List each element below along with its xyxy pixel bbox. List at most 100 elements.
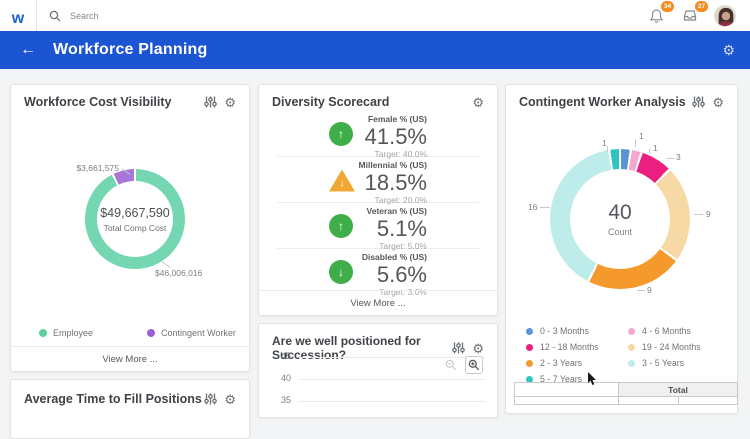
avatar-photo [715,5,735,26]
workday-logo[interactable]: w [0,0,37,31]
status-down-icon: ↓ [329,260,353,284]
page-header: ← Workforce Planning ⚙ [0,31,750,69]
metric-value: 18.5% [364,170,427,195]
callout-3-5-years: 16 [528,202,538,212]
y-axis-tick: 40 [280,373,291,383]
table-blank-header-cell [515,383,619,396]
view-more-link[interactable]: View More ... [11,346,249,371]
diversity-metric-list: ↑ Female % (US) 41.5% Target: 40.0% ↓ Mi… [259,111,497,297]
page-title: Workforce Planning [53,41,208,58]
callout-12-18-months: 3 [676,152,681,162]
employee-cost-callout: $46,006,016 [155,268,203,278]
legend-item[interactable]: 3 - 5 Years [628,355,730,371]
topbar-actions: 34 27 [646,0,750,27]
callout-2-3-years: 9 [647,285,652,295]
metric-row-veteran[interactable]: ↑ Veteran % (US) 5.1% Target: 5.0% [277,203,479,251]
workforce-cost-visibility-card: Workforce Cost Visibility ⚙ $49,667,590 … [10,84,250,372]
y-axis-tick: 35 [280,395,291,405]
zoom-in-icon[interactable] [465,356,483,374]
metric-label: Female % (US) [367,114,427,124]
inbox-button[interactable]: 27 [680,0,708,26]
diversity-scorecard-card: Diversity Scorecard ⚙ ↑ Female % (US) 41… [258,84,498,316]
legend-item[interactable]: 2 - 3 Years [526,355,628,371]
callout-leader-line [161,261,171,268]
card-settings-gear-icon[interactable]: ⚙ [224,96,236,109]
contingent-legend-dot-icon [147,329,156,337]
card-settings-gear-icon[interactable]: ⚙ [472,96,484,109]
metric-label: Millennial % (US) [358,160,427,170]
total-comp-cost-value: $49,667,590 [100,205,170,220]
chart-zoom-tools [442,356,483,374]
zoom-out-icon[interactable] [442,356,460,374]
workday-logo-arc-icon [11,4,25,11]
metric-value: 41.5% [364,124,427,149]
callout-0-3-months: 1 [639,131,644,141]
metric-row-disabled[interactable]: ↓ Disabled % (US) 5.6% Target: 3.0% [277,249,479,297]
comp-cost-donut-chart[interactable]: $49,667,590 Total Comp Cost [85,169,185,269]
legend-item[interactable]: 0 - 3 Months [526,323,628,339]
donut-center: $49,667,590 Total Comp Cost [97,181,173,257]
legend-dot-icon [526,343,533,351]
metric-row-female[interactable]: ↑ Female % (US) 41.5% Target: 40.0% [277,111,479,159]
filter-sliders-icon[interactable] [452,342,466,354]
card-title: Contingent Worker Analysis [519,95,686,109]
table-total-header-cell: Total [619,383,737,396]
status-up-icon: ↑ [329,214,353,238]
back-button[interactable]: ← [20,42,36,58]
card-title: Average Time to Fill Positions [24,392,202,406]
search-icon [49,10,61,21]
notifications-badge: 34 [661,0,674,12]
worker-total-table[interactable]: Total [514,382,738,405]
profile-avatar[interactable] [714,4,736,27]
succession-card: Are we well positioned for Succession? ⚙… [258,323,498,418]
status-warning-icon: ↓ [329,169,355,192]
employee-legend-dot-icon [39,329,47,337]
y-axis-tick: 45 [280,351,291,361]
table-partial-row [515,396,737,404]
callout-19-24-months: 9 [706,209,711,219]
legend-dot-icon [628,327,635,335]
view-more-link[interactable]: View More ... [259,290,497,315]
legend-dot-icon [526,359,533,367]
legend-item-employee[interactable]: Employee [39,328,93,338]
legend-item[interactable]: 4 - 6 Months [628,323,730,339]
top-bar: w Search 34 27 [0,0,750,31]
tenure-legend: 0 - 3 Months 4 - 6 Months 12 - 18 Months… [526,323,730,387]
average-time-to-fill-card: Average Time to Fill Positions ⚙ [10,379,250,439]
search-input[interactable]: Search [37,0,646,31]
total-comp-cost-label: Total Comp Cost [103,222,167,233]
callout-leader-line [666,158,674,159]
metric-value: 5.1% [376,216,427,241]
tenure-donut-chart[interactable]: 40 Count [550,149,690,289]
workday-logo-letter: w [11,9,25,27]
page-settings-gear-icon[interactable]: ⚙ [722,43,735,57]
legend-dot-icon [526,327,533,335]
metric-label: Disabled % (US) [361,252,427,262]
metric-row-millennial[interactable]: ↓ Millennial % (US) 18.5% Target: 20.0% [277,157,479,205]
filter-sliders-icon[interactable] [692,96,706,108]
callout-leader-line [540,207,550,208]
legend-item[interactable]: 19 - 24 Months [628,339,730,355]
card-title: Workforce Cost Visibility [24,95,172,109]
metric-value: 5.6% [376,262,427,287]
legend-dot-icon [628,359,635,367]
card-settings-gear-icon[interactable]: ⚙ [712,96,724,109]
legend-item-contingent-worker[interactable]: Contingent Worker [147,328,236,338]
inbox-badge: 27 [695,0,708,12]
card-settings-gear-icon[interactable]: ⚙ [472,342,484,355]
filter-sliders-icon[interactable] [204,393,218,405]
callout-leader-line [637,290,645,291]
count-value: 40 [608,201,632,224]
notifications-button[interactable]: 34 [646,0,674,26]
callout-4-6-months: 1 [653,143,658,153]
card-settings-gear-icon[interactable]: ⚙ [224,393,236,406]
legend-item[interactable]: 12 - 18 Months [526,339,628,355]
donut-legend: Employee Contingent Worker [11,328,249,338]
count-label: Count [607,227,633,237]
legend-dot-icon [628,343,635,351]
filter-sliders-icon[interactable] [204,96,218,108]
mouse-cursor [588,372,598,391]
callout-leader-line [635,139,636,147]
callout-leader-line [694,214,703,215]
status-up-icon: ↑ [329,122,353,146]
